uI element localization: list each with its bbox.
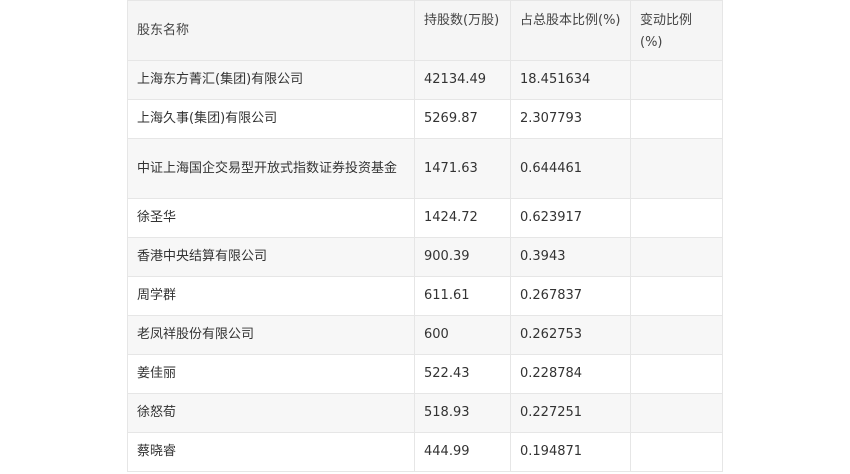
header-change-ratio: 变动比例(%)	[630, 0, 723, 61]
cell-share-ratio: 2.307793	[510, 99, 631, 139]
cell-shareholder-name: 周学群	[127, 276, 415, 316]
table-body: 上海东方菁汇(集团)有限公司 42134.49 18.451634 上海久事(集…	[127, 60, 723, 472]
table-row: 老凤祥股份有限公司 600 0.262753	[127, 315, 723, 355]
table-row: 上海久事(集团)有限公司 5269.87 2.307793	[127, 99, 723, 139]
cell-shareholder-name: 蔡晓睿	[127, 432, 415, 472]
table-row: 徐怒荀 518.93 0.227251	[127, 393, 723, 433]
cell-share-ratio: 0.644461	[510, 138, 631, 199]
header-shareholder-name: 股东名称	[127, 0, 415, 61]
cell-share-count: 522.43	[414, 354, 511, 394]
cell-shareholder-name: 香港中央结算有限公司	[127, 237, 415, 277]
cell-shareholder-name: 上海久事(集团)有限公司	[127, 99, 415, 139]
cell-share-count: 1471.63	[414, 138, 511, 199]
cell-change-ratio	[630, 432, 723, 472]
table-row: 徐圣华 1424.72 0.623917	[127, 198, 723, 238]
cell-share-ratio: 0.227251	[510, 393, 631, 433]
cell-share-ratio: 0.267837	[510, 276, 631, 316]
cell-change-ratio	[630, 99, 723, 139]
cell-change-ratio	[630, 237, 723, 277]
cell-change-ratio	[630, 198, 723, 238]
cell-shareholder-name: 老凤祥股份有限公司	[127, 315, 415, 355]
cell-share-ratio: 0.262753	[510, 315, 631, 355]
header-share-count: 持股数(万股)	[414, 0, 511, 61]
cell-share-count: 444.99	[414, 432, 511, 472]
cell-share-ratio: 0.228784	[510, 354, 631, 394]
cell-share-count: 1424.72	[414, 198, 511, 238]
header-share-ratio: 占总股本比例(%)	[510, 0, 631, 61]
header-row: 股东名称 持股数(万股) 占总股本比例(%) 变动比例(%)	[127, 0, 723, 61]
cell-shareholder-name: 姜佳丽	[127, 354, 415, 394]
cell-change-ratio	[630, 138, 723, 199]
table-header: 股东名称 持股数(万股) 占总股本比例(%) 变动比例(%)	[127, 0, 723, 61]
shareholder-table-container: 股东名称 持股数(万股) 占总股本比例(%) 变动比例(%) 上海东方菁汇(集团…	[127, 0, 723, 472]
cell-shareholder-name: 徐怒荀	[127, 393, 415, 433]
cell-share-count: 600	[414, 315, 511, 355]
cell-share-count: 611.61	[414, 276, 511, 316]
shareholder-table: 股东名称 持股数(万股) 占总股本比例(%) 变动比例(%) 上海东方菁汇(集团…	[127, 0, 723, 472]
cell-shareholder-name: 徐圣华	[127, 198, 415, 238]
cell-share-count: 518.93	[414, 393, 511, 433]
table-row: 姜佳丽 522.43 0.228784	[127, 354, 723, 394]
cell-change-ratio	[630, 354, 723, 394]
table-row: 蔡晓睿 444.99 0.194871	[127, 432, 723, 472]
cell-change-ratio	[630, 393, 723, 433]
cell-share-ratio: 18.451634	[510, 60, 631, 100]
cell-share-count: 42134.49	[414, 60, 511, 100]
cell-share-ratio: 0.623917	[510, 198, 631, 238]
cell-shareholder-name: 中证上海国企交易型开放式指数证券投资基金	[127, 138, 415, 199]
cell-change-ratio	[630, 276, 723, 316]
cell-share-count: 900.39	[414, 237, 511, 277]
table-row: 中证上海国企交易型开放式指数证券投资基金 1471.63 0.644461	[127, 138, 723, 199]
cell-shareholder-name: 上海东方菁汇(集团)有限公司	[127, 60, 415, 100]
cell-change-ratio	[630, 60, 723, 100]
cell-share-ratio: 0.194871	[510, 432, 631, 472]
table-row: 香港中央结算有限公司 900.39 0.3943	[127, 237, 723, 277]
table-row: 周学群 611.61 0.267837	[127, 276, 723, 316]
cell-share-count: 5269.87	[414, 99, 511, 139]
cell-share-ratio: 0.3943	[510, 237, 631, 277]
table-row: 上海东方菁汇(集团)有限公司 42134.49 18.451634	[127, 60, 723, 100]
cell-change-ratio	[630, 315, 723, 355]
